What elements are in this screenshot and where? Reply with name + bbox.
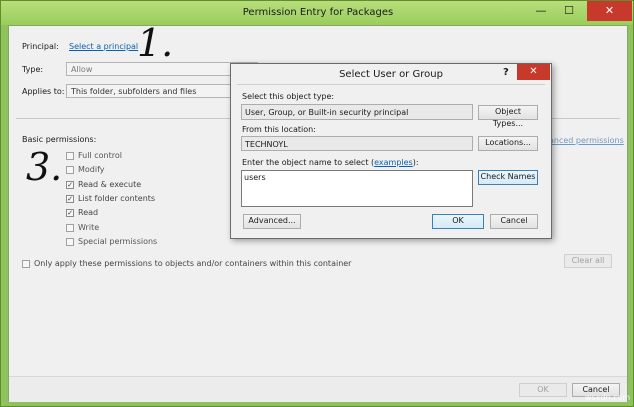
enter-object-names-label: Enter the object name to select (example…: [242, 158, 419, 167]
type-dropdown-value: Allow: [71, 65, 93, 74]
enter-names-prefix: Enter the object name to select (: [242, 158, 375, 167]
annotation-step-3: 3.: [26, 145, 63, 189]
permission-checkbox[interactable]: [66, 166, 74, 174]
check-names-button[interactable]: Check Names: [478, 170, 538, 185]
outer-close-button[interactable]: ✕: [587, 1, 632, 21]
annotation-step-1: 1.: [137, 21, 174, 65]
permission-label: Read: [78, 208, 99, 217]
select-principal-link[interactable]: Select a principal: [69, 42, 138, 51]
permission-checkbox[interactable]: [66, 152, 74, 160]
enter-names-suffix: ):: [412, 158, 419, 167]
watermark: wsxdn.com: [585, 393, 631, 402]
type-label: Type:: [22, 65, 44, 74]
maximize-button[interactable]: ☐: [556, 1, 582, 21]
permission-label: Modify: [78, 165, 105, 174]
permission-checkbox[interactable]: [66, 224, 74, 232]
object-type-field: User, Group, or Built-in security princi…: [241, 104, 473, 120]
permission-checkbox-checked[interactable]: ✓: [66, 181, 74, 189]
applies-to-label: Applies to:: [22, 87, 65, 96]
location-field: TECHNOYL: [241, 136, 473, 151]
select-user-or-group-dialog: Select User or Group ? ✕ Select this obj…: [230, 63, 552, 239]
object-type-label: Select this object type:: [242, 92, 335, 101]
dialog-separator: [237, 84, 545, 85]
principal-label: Principal:: [22, 42, 59, 51]
applies-to-value: This folder, subfolders and files: [71, 87, 197, 96]
dialog-close-button[interactable]: ✕: [517, 64, 550, 80]
permission-checkbox[interactable]: [66, 238, 74, 246]
permission-checkbox-checked[interactable]: ✓: [66, 209, 74, 217]
permission-label: List folder contents: [78, 194, 156, 203]
permission-label: Read & execute: [78, 180, 142, 189]
locations-button[interactable]: Locations...: [478, 136, 538, 151]
only-apply-checkbox[interactable]: [22, 260, 30, 268]
applies-to-dropdown[interactable]: This folder, subfolders and files: [66, 84, 234, 98]
minimize-button[interactable]: —: [528, 1, 554, 21]
dialog-cancel-button[interactable]: Cancel: [490, 214, 538, 229]
ok-button[interactable]: OK: [519, 383, 567, 397]
advanced-button[interactable]: Advanced...: [243, 214, 301, 229]
only-apply-label: Only apply these permissions to objects …: [34, 259, 352, 268]
examples-link[interactable]: examples: [374, 158, 413, 167]
permission-label: Full control: [78, 151, 122, 160]
basic-permissions-label: Basic permissions:: [22, 135, 97, 144]
clear-all-button[interactable]: Clear all: [564, 254, 612, 268]
permission-checkbox-checked[interactable]: ✓: [66, 195, 74, 203]
show-advanced-permissions-link[interactable]: anced permissions: [549, 136, 624, 145]
object-name-input[interactable]: users: [241, 170, 473, 207]
dialog-ok-button[interactable]: OK: [432, 214, 484, 229]
permission-label: Special permissions: [78, 237, 158, 246]
help-icon[interactable]: ?: [503, 67, 509, 78]
outer-titlebar: Permission Entry for Packages — ☐ ✕: [1, 1, 633, 25]
object-types-button[interactable]: Object Types...: [478, 105, 538, 128]
permission-label: Write: [78, 223, 100, 232]
location-label: From this location:: [242, 125, 316, 134]
